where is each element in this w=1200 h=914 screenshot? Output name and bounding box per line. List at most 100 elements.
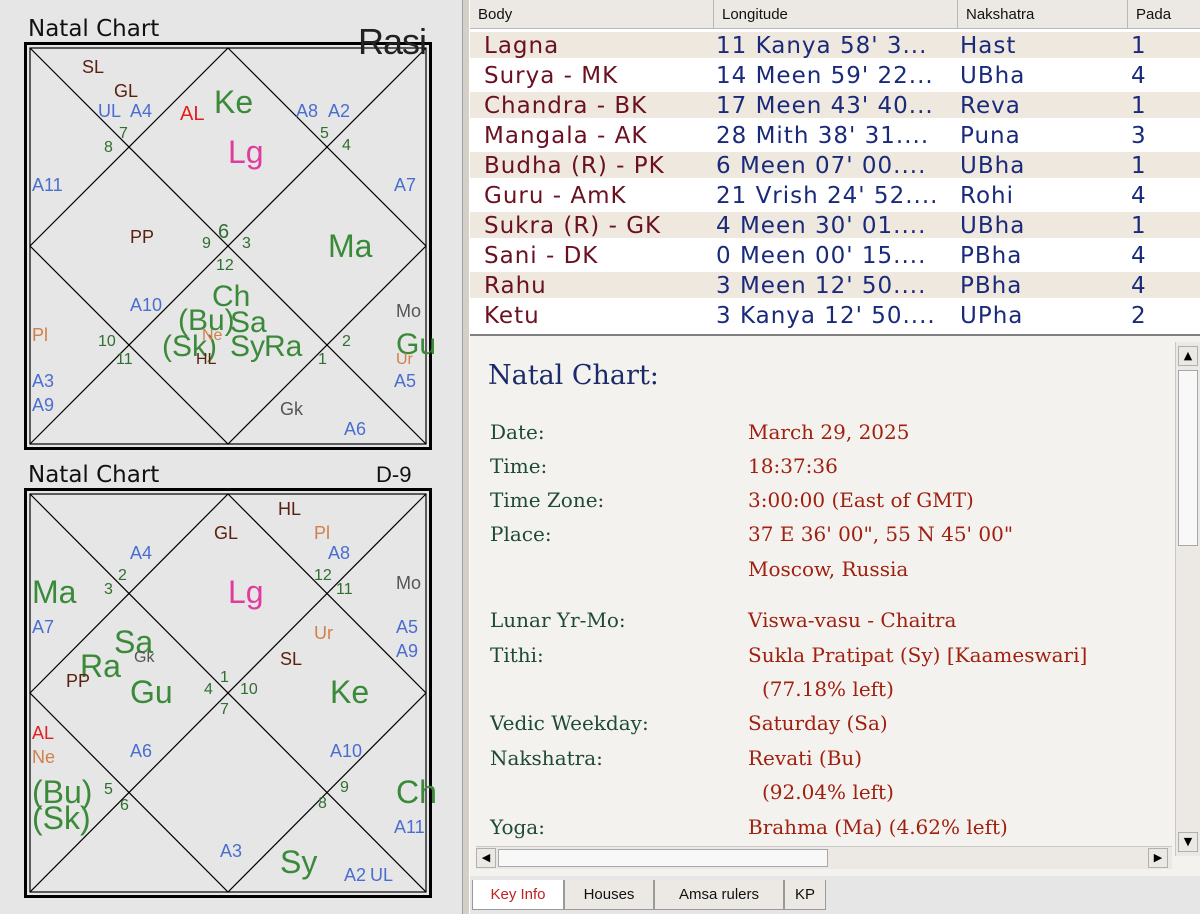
place-coords: 37 E 36' 00", 55 N 45' 00" — [748, 522, 1014, 546]
rasi-a11: A11 — [32, 175, 63, 195]
cell-pada: 4 — [1131, 63, 1147, 89]
date-value: March 29, 2025 — [748, 420, 910, 444]
col-header-nakshatra[interactable]: Nakshatra — [958, 0, 1128, 28]
d9-ma: Ma — [32, 574, 77, 610]
table-row[interactable]: Guru - AmK 21 Vrish 24' 52.... Rohi 4 — [470, 180, 1200, 210]
cell-body: Chandra - BK — [484, 93, 648, 119]
d9-gl: GL — [214, 523, 239, 543]
cell-longitude: 14 Meen 59' 22... — [716, 63, 934, 89]
rasi-house-1: 1 — [318, 351, 327, 368]
rasi-ra: Ra — [264, 330, 303, 363]
scroll-left-icon[interactable]: ◀ — [476, 848, 496, 868]
info-title: Natal Chart: — [488, 360, 659, 391]
rasi-house-3: 3 — [242, 235, 251, 252]
d9-ne: Ne — [32, 747, 56, 767]
d9-sl: SL — [280, 649, 303, 669]
d9-house-11: 11 — [336, 581, 353, 598]
cell-longitude: 17 Meen 43' 40... — [716, 93, 934, 119]
cell-pada: 4 — [1131, 183, 1147, 209]
col-header-pada[interactable]: Pada — [1128, 0, 1200, 28]
cell-pada: 4 — [1131, 273, 1147, 299]
d9-a5: A5 — [396, 617, 419, 637]
tithi-label: Tithi: — [490, 643, 544, 667]
scroll-right-icon[interactable]: ▶ — [1148, 848, 1168, 868]
cell-nakshatra: UBha — [960, 63, 1026, 89]
d9-house-1: 1 — [220, 669, 229, 686]
table-row[interactable]: Budha (R) - PK 6 Meen 07' 00.... UBha 1 — [470, 150, 1200, 180]
vertical-scroll-thumb[interactable] — [1178, 370, 1198, 546]
d9-a11: A11 — [394, 817, 425, 837]
cell-nakshatra: Reva — [960, 93, 1021, 119]
cell-longitude: 4 Meen 30' 01.... — [716, 213, 927, 239]
rasi-ur: Ur — [396, 351, 413, 368]
nakshatra-value: Revati (Bu) — [748, 746, 863, 770]
rasi-a3: A3 — [32, 371, 55, 391]
d9-pl: Pl — [314, 523, 331, 543]
rasi-sl: SL — [82, 57, 105, 77]
scroll-up-icon[interactable]: ▲ — [1178, 346, 1198, 366]
vertical-scrollbar[interactable]: ▲ ▼ — [1175, 342, 1200, 856]
charts-pane: Natal Chart SL GL UL A4 AL Ke A8 A2 Lg 7… — [0, 0, 462, 914]
rasi-a9: A9 — [32, 395, 55, 415]
cell-nakshatra: UBha — [960, 213, 1026, 239]
tab-kp[interactable]: KP — [784, 880, 826, 910]
horizontal-scroll-thumb[interactable] — [498, 849, 828, 867]
table-row[interactable]: Rahu 3 Meen 12' 50.... PBha 4 — [470, 270, 1200, 300]
rasi-a8: A8 — [296, 101, 319, 121]
col-header-body[interactable]: Body — [470, 0, 714, 28]
d9-a6: A6 — [130, 741, 153, 761]
d9-mo: Mo — [396, 573, 422, 593]
d9-house-8: 8 — [318, 795, 327, 812]
cell-longitude: 21 Vrish 24' 52.... — [716, 183, 939, 209]
scroll-down-icon[interactable]: ▼ — [1178, 832, 1198, 852]
d9-a10: A10 — [330, 741, 363, 761]
table-row[interactable]: Chandra - BK 17 Meen 43' 40... Reva 1 — [470, 90, 1200, 120]
tab-amsa-rulers[interactable]: Amsa rulers — [654, 880, 784, 910]
cell-pada: 2 — [1131, 303, 1147, 329]
cell-nakshatra: Hast — [960, 33, 1017, 59]
d9-chart[interactable]: HL GL Pl A4 A8 Lg 3 2 12 11 Mo Ma A7 Ur … — [24, 488, 437, 898]
rasi-chart[interactable]: SL GL UL A4 AL Ke A8 A2 Lg 7 8 5 4 A11 A… — [24, 42, 436, 450]
d9-house-2: 2 — [118, 567, 127, 584]
rasi-house-2: 2 — [342, 333, 351, 350]
d9-gk: Gk — [134, 649, 155, 666]
tab-key-info[interactable]: Key Info — [472, 880, 564, 910]
cell-body: Mangala - AK — [484, 123, 648, 149]
tithi-value: Sukla Pratipat (Sy) [Kaameswari] — [748, 643, 1088, 667]
time-value: 18:37:36 — [748, 454, 838, 478]
d9-al: AL — [32, 723, 55, 743]
rasi-ma: Ma — [328, 228, 373, 264]
cell-pada: 1 — [1131, 93, 1147, 119]
table-row[interactable]: Ketu 3 Kanya 12' 50.... UPha 2 — [470, 300, 1200, 330]
tithi-left: (77.18% left) — [762, 677, 894, 701]
d9-chart-name: D-9 — [376, 462, 412, 487]
rasi-a2: A2 — [328, 101, 351, 121]
rasi-house-6: 6 — [218, 221, 230, 243]
horizontal-scrollbar[interactable]: ◀ ▶ — [476, 846, 1172, 869]
rasi-pl: Pl — [32, 325, 49, 345]
table-row[interactable]: Lagna 11 Kanya 58' 3... Hast 1 — [470, 30, 1200, 60]
cell-body: Budha (R) - PK — [484, 153, 665, 179]
rasi-a7: A7 — [394, 175, 417, 195]
d9-hl: HL — [278, 499, 302, 519]
d9-house-6: 6 — [120, 797, 129, 814]
d9-house-10: 10 — [240, 681, 258, 698]
yoga-label: Yoga: — [490, 815, 545, 839]
rasi-a10: A10 — [130, 295, 163, 315]
rasi-gl: GL — [114, 81, 139, 101]
col-header-longitude[interactable]: Longitude — [714, 0, 958, 28]
d9-ur: Ur — [314, 623, 333, 643]
place-label: Place: — [490, 522, 552, 546]
table-row[interactable]: Sani - DK 0 Meen 00' 15.... PBha 4 — [470, 240, 1200, 270]
pane-splitter[interactable] — [462, 0, 470, 914]
cell-body: Lagna — [484, 33, 560, 59]
table-row[interactable]: Mangala - AK 28 Mith 38' 31.... Puna 3 — [470, 120, 1200, 150]
tab-houses[interactable]: Houses — [564, 880, 654, 910]
rasi-chart-title: Natal Chart — [28, 16, 160, 42]
cell-body: Sukra (R) - GK — [484, 213, 662, 239]
table-row[interactable]: Surya - MK 14 Meen 59' 22... UBha 4 — [470, 60, 1200, 90]
d9-house-5: 5 — [104, 781, 113, 798]
table-row[interactable]: Sukra (R) - GK 4 Meen 30' 01.... UBha 1 — [470, 210, 1200, 240]
timezone-value: 3:00:00 (East of GMT) — [748, 488, 974, 512]
date-label: Date: — [490, 420, 545, 444]
